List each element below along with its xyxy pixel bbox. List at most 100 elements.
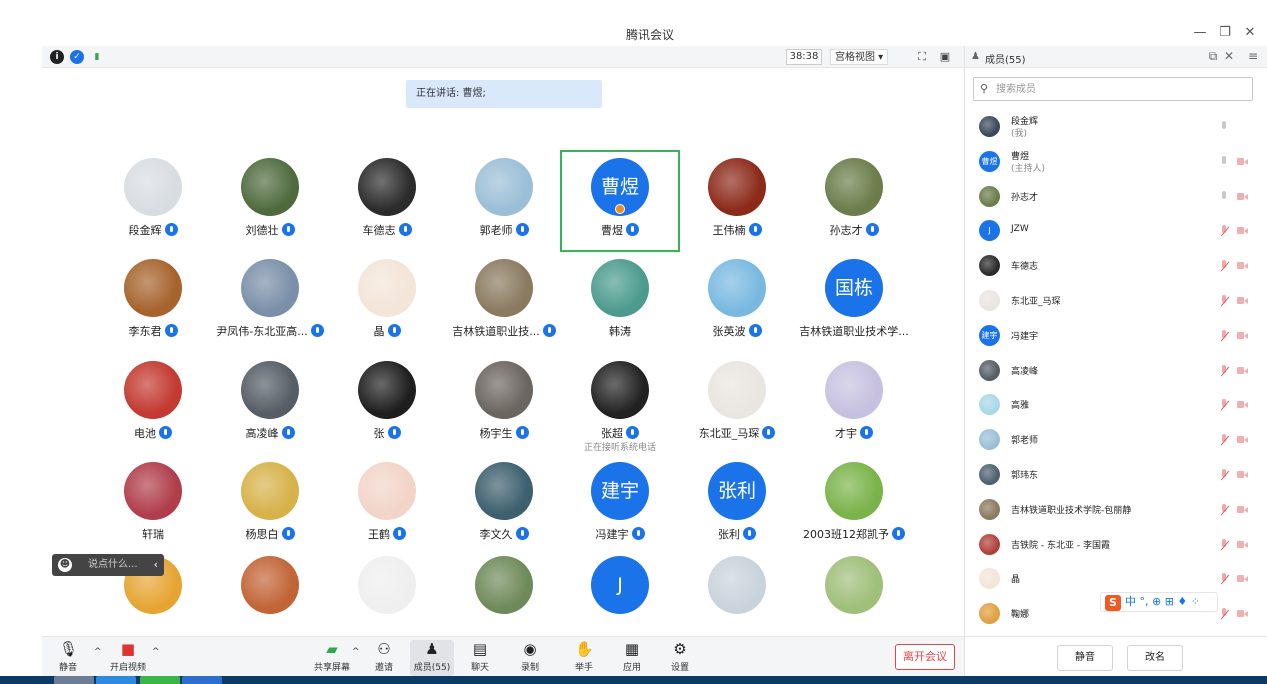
member-row[interactable]: 曹煜 曹煜 (主持人) (965, 144, 1255, 179)
participant-tile[interactable] (329, 550, 445, 634)
participant-name-text: 冯建宇 (595, 528, 629, 541)
participant-tile[interactable]: 2003班12郑凯予 (796, 456, 912, 554)
video-off-icon[interactable] (1237, 296, 1248, 305)
menu-icon[interactable]: ≡ (1245, 49, 1261, 63)
video-button[interactable]: ■ 开启视频 (106, 640, 150, 676)
members-button[interactable]: ♟ 成员(55) (410, 640, 454, 676)
popout-icon[interactable]: ⧉ (1205, 49, 1221, 64)
video-off-icon[interactable] (1237, 505, 1248, 514)
member-search-input[interactable] (996, 81, 1246, 97)
mute-button[interactable]: 🎙 静音 (46, 640, 90, 676)
microphone-icon[interactable] (1219, 155, 1229, 168)
microphone-muted-icon[interactable] (1219, 295, 1229, 307)
raise-hand-button[interactable]: ✋ 举手 (562, 640, 606, 676)
member-row[interactable]: 吉铁院 - 东北亚 - 李国霞 (965, 527, 1255, 562)
close-button[interactable]: ✕ (1240, 25, 1260, 40)
microphone-muted-icon[interactable] (1219, 503, 1229, 516)
chevron-up-icon[interactable]: ^ (152, 647, 160, 657)
chat-quick-input[interactable]: ☻ 说点什么... ‹ (52, 554, 164, 576)
microphone-muted-icon[interactable] (1219, 469, 1229, 481)
chevron-up-icon[interactable]: ^ (352, 647, 360, 657)
video-off-icon[interactable] (1237, 226, 1248, 235)
chat-button[interactable]: ▤ 聊天 (458, 640, 502, 676)
video-off-icon[interactable] (1237, 540, 1248, 549)
minimize-button[interactable]: — (1190, 25, 1210, 40)
invite-button[interactable]: ⚇ 邀请 (362, 640, 406, 676)
video-off-icon[interactable] (1237, 574, 1248, 583)
member-name: 高雅 (1011, 401, 1030, 412)
microphone-muted-icon[interactable] (1219, 329, 1229, 342)
participant-tile[interactable] (796, 550, 912, 634)
microphone-muted-icon[interactable] (1219, 364, 1229, 377)
signal-icon[interactable]: ▮ (90, 50, 104, 64)
member-row[interactable]: 车德志 (965, 248, 1255, 283)
avatar: J (591, 556, 649, 614)
microphone-icon (515, 426, 529, 439)
taskbar-app-icon[interactable] (54, 676, 94, 684)
video-off-icon[interactable] (1237, 192, 1248, 201)
ime-toolbar[interactable]: S 中 °, ⊕ ⊞ ♦ ⁘ (1100, 592, 1218, 612)
member-row[interactable]: 东北亚_马琛 (965, 283, 1255, 318)
member-name: 吉铁院 - 东北亚 - 李国霞 (1011, 540, 1110, 551)
member-row[interactable]: 吉林铁道职业技术学院-包丽静 (965, 492, 1255, 527)
microphone-icon (164, 223, 178, 236)
video-off-icon[interactable] (1237, 435, 1248, 444)
member-row[interactable]: 郭玮东 (965, 457, 1255, 492)
video-off-icon[interactable] (1237, 366, 1248, 375)
video-off-icon[interactable] (1237, 609, 1248, 618)
apps-button[interactable]: ▦ 应用 (610, 640, 654, 676)
member-row[interactable]: 郭老师 (965, 422, 1255, 457)
chevron-up-icon[interactable]: ^ (94, 647, 102, 657)
participant-tile[interactable] (446, 550, 562, 634)
leave-meeting-button[interactable]: 离开会议 (895, 644, 955, 670)
view-mode-dropdown[interactable]: 宫格视图 ▾ (830, 49, 889, 65)
mute-all-button[interactable]: 静音 (1057, 645, 1113, 671)
emoji-icon[interactable]: ☻ (58, 558, 72, 572)
avatar: 曹煜 (979, 150, 1000, 172)
video-off-icon[interactable] (1237, 261, 1248, 270)
member-row[interactable]: 建宇 冯建宇 (965, 318, 1255, 353)
video-off-icon[interactable] (1237, 470, 1248, 479)
taskbar-app-icon[interactable] (140, 676, 180, 684)
participant-tile[interactable] (212, 550, 328, 634)
video-off-icon[interactable] (1237, 400, 1248, 409)
microphone-muted-icon[interactable] (1219, 399, 1229, 411)
video-off-icon[interactable] (1237, 157, 1248, 166)
fullscreen-icon[interactable]: ⛶ (914, 49, 930, 65)
member-row[interactable]: 孙志才 (965, 179, 1255, 214)
member-search[interactable]: ⚲ (973, 77, 1253, 101)
member-row[interactable]: 段金辉 (我) (965, 109, 1255, 144)
taskbar-app-icon[interactable] (96, 676, 136, 684)
info-icon[interactable]: i (50, 50, 64, 64)
restore-button[interactable]: ❐ (1215, 25, 1235, 40)
record-button[interactable]: ◉ 录制 (508, 640, 552, 676)
share-screen-button[interactable]: ▰ 共享屏幕 (310, 640, 354, 676)
settings-button[interactable]: ⚙ 设置 (658, 640, 702, 676)
participant-tile[interactable]: 国栋 吉林铁道职业技术学... (796, 253, 912, 351)
rename-button[interactable]: 改名 (1127, 645, 1183, 671)
microphone-icon[interactable] (1219, 190, 1229, 203)
participant-tile[interactable] (679, 550, 795, 634)
shield-icon[interactable]: ✓ (70, 50, 84, 64)
microphone-muted-icon[interactable] (1219, 538, 1229, 551)
member-row[interactable]: 高雅 (965, 387, 1255, 422)
participant-name-text: 段金辉 (128, 224, 162, 237)
avatar (358, 556, 416, 614)
microphone-muted-icon[interactable] (1219, 225, 1229, 237)
participant-tile[interactable]: 孙志才 (796, 152, 912, 250)
participant-tile[interactable]: J (562, 550, 678, 634)
member-row[interactable]: 高凌峰 (965, 353, 1255, 388)
microphone-muted-icon[interactable] (1219, 260, 1229, 272)
avatar: 张利 (708, 462, 766, 520)
taskbar-app-icon[interactable] (182, 676, 222, 684)
participant-tile[interactable]: 才宇 (796, 355, 912, 453)
video-off-icon[interactable] (1237, 331, 1248, 340)
microphone-icon[interactable] (1219, 121, 1229, 133)
microphone-muted-icon[interactable] (1219, 608, 1229, 620)
sidebar-toggle-icon[interactable]: ▣ (937, 49, 953, 65)
microphone-muted-icon[interactable] (1219, 573, 1229, 585)
member-row[interactable]: J JZW (965, 213, 1255, 248)
close-icon[interactable]: ✕ (1221, 49, 1237, 63)
chevron-left-icon[interactable]: ‹ (154, 554, 158, 576)
microphone-muted-icon[interactable] (1219, 434, 1229, 446)
